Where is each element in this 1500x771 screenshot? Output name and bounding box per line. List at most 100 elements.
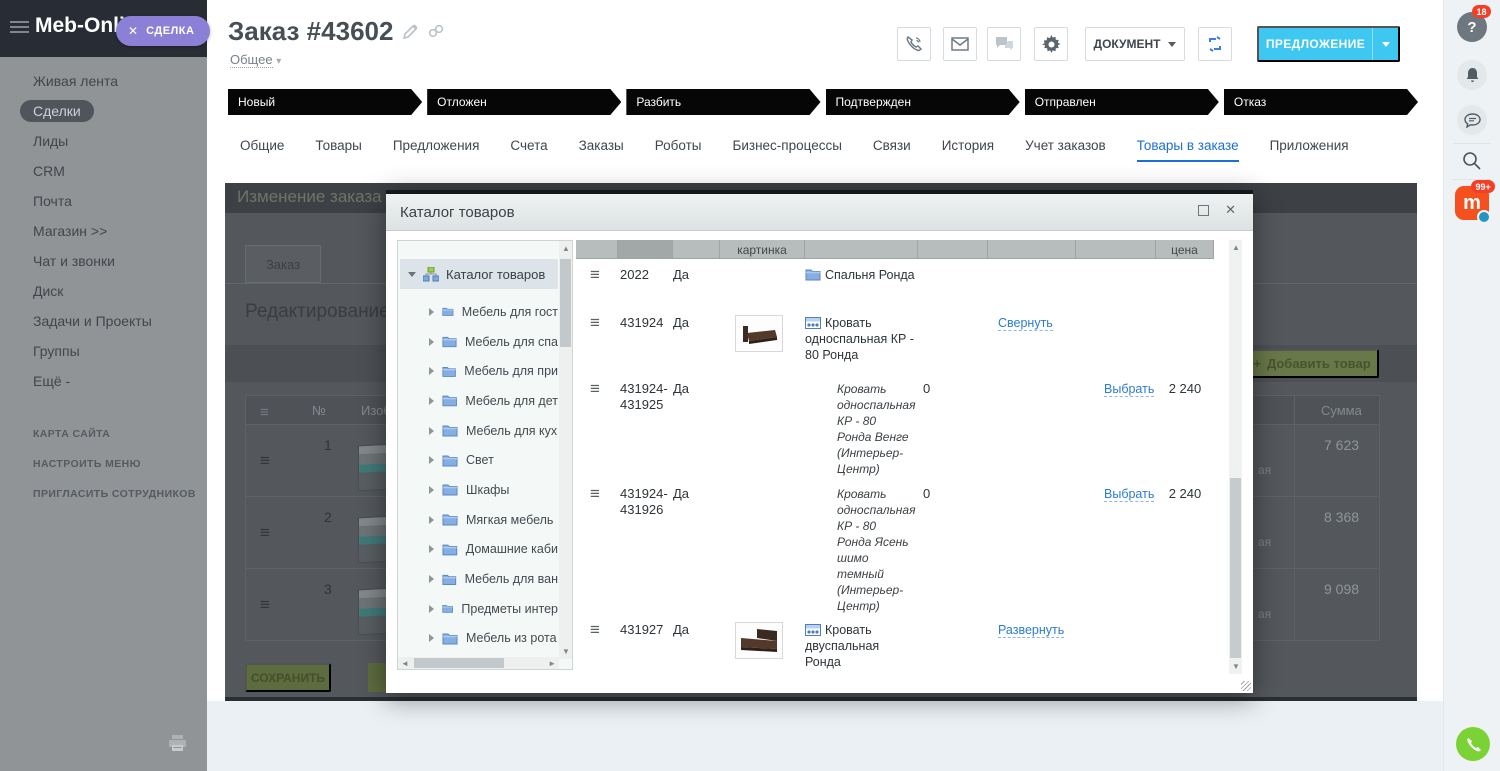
sidebar-item-чат-и-звонки[interactable]: Чат и звонки <box>0 246 207 276</box>
scroll-down-icon[interactable]: ▼ <box>562 647 570 656</box>
drag-handle-icon[interactable]: ≡ <box>576 486 618 614</box>
tab-счета[interactable]: Счета <box>510 138 547 162</box>
proposal-button[interactable]: ПРЕДЛОЖЕНИЕ <box>1257 26 1400 62</box>
sidebar-item-группы[interactable]: Группы <box>0 336 207 366</box>
drag-handle-icon[interactable]: ≡ <box>576 315 618 373</box>
sidebar-footer-link[interactable]: ПРИГЛАСИТЬ СОТРУДНИКОВ <box>33 488 196 500</box>
sidebar-item-сделки[interactable]: Сделки <box>0 96 207 126</box>
chevron-down-icon[interactable] <box>408 272 416 277</box>
sidebar-item-живая-лента[interactable]: Живая лента <box>0 66 207 96</box>
tree-vertical-scrollbar[interactable]: ▲ ▼ <box>559 241 572 659</box>
chevron-right-icon[interactable] <box>429 427 434 435</box>
chevron-right-icon[interactable] <box>429 634 434 642</box>
call-button[interactable] <box>897 27 931 61</box>
chevron-right-icon[interactable] <box>429 605 434 613</box>
add-product-button[interactable]: + Добавить товар <box>1245 349 1379 378</box>
sync-button[interactable] <box>1198 27 1232 61</box>
maximize-icon[interactable] <box>1198 205 1209 216</box>
scroll-up-icon[interactable]: ▲ <box>1232 243 1240 252</box>
close-icon[interactable]: ✕ <box>1225 202 1236 218</box>
close-icon[interactable]: ✕ <box>128 25 138 37</box>
tree-item[interactable]: Мебель для гост <box>398 297 558 327</box>
email-button[interactable] <box>943 27 977 61</box>
tree-item[interactable]: Мебель для спа <box>398 327 558 357</box>
tree-item[interactable]: Домашние каби <box>398 535 558 565</box>
document-button[interactable]: ДОКУМЕНТ <box>1085 27 1185 61</box>
scrollbar-thumb[interactable] <box>414 658 504 668</box>
chevron-right-icon[interactable] <box>429 338 434 346</box>
sidebar-footer-link[interactable]: КАРТА САЙТА <box>33 428 196 440</box>
select-product-link[interactable]: Выбрать <box>1104 487 1154 502</box>
tab-бизнес-процессы[interactable]: Бизнес-процессы <box>732 138 841 162</box>
sidebar-item-почта[interactable]: Почта <box>0 186 207 216</box>
notifications-button[interactable] <box>1457 60 1487 90</box>
tree-item[interactable]: Мягкая мебель <box>398 505 558 535</box>
tab-история[interactable]: История <box>942 138 994 162</box>
sidebar-item-диск[interactable]: Диск <box>0 276 207 306</box>
table-vertical-scrollbar[interactable]: ▲ ▼ <box>1229 240 1242 674</box>
drag-handle-icon[interactable]: ≡ <box>576 381 618 478</box>
select-product-link[interactable]: Выбрать <box>1104 382 1154 397</box>
tab-товары-в-заказе[interactable]: Товары в заказе <box>1137 138 1239 162</box>
save-button[interactable]: СОХРАНИТЬ <box>245 663 331 692</box>
sidebar-footer-link[interactable]: НАСТРОИТЬ МЕНЮ <box>33 458 196 470</box>
tree-item[interactable]: Мебель из рота <box>398 624 558 654</box>
tree-item[interactable]: Предметы интер <box>398 594 558 624</box>
tab-учет-заказов[interactable]: Учет заказов <box>1025 138 1106 162</box>
scroll-right-icon[interactable]: ► <box>548 659 556 668</box>
sidebar-item-лиды[interactable]: Лиды <box>0 126 207 156</box>
printer-icon[interactable] <box>168 735 187 752</box>
chevron-right-icon[interactable] <box>429 397 434 405</box>
chevron-right-icon[interactable] <box>429 575 434 583</box>
sidebar-item-ещ-[interactable]: Ещё - <box>0 366 207 396</box>
pipeline-stage[interactable]: Разбить <box>626 89 820 115</box>
settings-button[interactable] <box>1034 27 1068 61</box>
scroll-up-icon[interactable]: ▲ <box>562 244 570 253</box>
tab-товары[interactable]: Товары <box>315 138 361 162</box>
edit-pencil-icon[interactable] <box>403 24 418 39</box>
pipeline-stage[interactable]: Новый <box>228 89 422 115</box>
link-icon[interactable] <box>428 24 444 39</box>
tree-item[interactable]: Мебель для кух <box>398 416 558 446</box>
call-widget-button[interactable] <box>1456 727 1490 761</box>
scrollbar-thumb[interactable] <box>1230 478 1241 658</box>
sidebar-item-crm[interactable]: CRM <box>0 156 207 186</box>
hamburger-menu-icon[interactable] <box>10 21 29 35</box>
tree-horizontal-scrollbar[interactable]: ◄ ► <box>398 657 559 669</box>
expand-collapse-link[interactable]: Развернуть <box>998 623 1064 638</box>
drag-handle-icon[interactable]: ≡ <box>576 267 618 307</box>
chevron-right-icon[interactable] <box>429 456 434 464</box>
tree-item[interactable]: Шкафы <box>398 475 558 505</box>
tab-общие[interactable]: Общие <box>240 138 284 162</box>
panel-tab-order[interactable]: Заказ <box>245 245 321 283</box>
tab-предложения[interactable]: Предложения <box>393 138 480 162</box>
scrollbar-thumb[interactable] <box>560 259 571 347</box>
chevron-right-icon[interactable] <box>429 486 434 494</box>
pipeline-stage[interactable]: Подтвержден <box>826 89 1020 115</box>
column-header-price[interactable]: цена <box>1156 240 1214 259</box>
resize-handle[interactable] <box>1241 681 1251 691</box>
scroll-down-icon[interactable]: ▼ <box>1232 662 1240 671</box>
tree-item[interactable]: Мебель для при <box>398 356 558 386</box>
chat-button[interactable] <box>987 27 1021 61</box>
sidebar-item-задачи-и-проекты[interactable]: Задачи и Проекты <box>0 306 207 336</box>
modal-titlebar[interactable]: Каталог товаров <box>386 194 1253 231</box>
chevron-right-icon[interactable] <box>429 308 434 316</box>
drag-handle-icon[interactable]: ≡ <box>576 622 618 677</box>
tree-root-item[interactable]: Каталог товаров <box>400 259 558 289</box>
order-category-selector[interactable]: Общее ▾ <box>230 52 281 67</box>
tab-роботы[interactable]: Роботы <box>655 138 702 162</box>
chevron-right-icon[interactable] <box>429 367 434 375</box>
scroll-left-icon[interactable]: ◄ <box>401 659 409 668</box>
search-icon[interactable] <box>1461 150 1482 171</box>
expand-collapse-link[interactable]: Свернуть <box>998 316 1053 331</box>
column-header-image[interactable]: картинка <box>720 240 805 259</box>
pipeline-stage[interactable]: Отказ <box>1224 89 1418 115</box>
chevron-right-icon[interactable] <box>429 516 434 524</box>
deal-badge[interactable]: ✕ СДЕЛКА <box>116 16 210 46</box>
tab-связи[interactable]: Связи <box>873 138 911 162</box>
sidebar-item-магазин-[interactable]: Магазин >> <box>0 216 207 246</box>
messenger-button[interactable] <box>1457 105 1487 135</box>
pipeline-stage[interactable]: Отправлен <box>1025 89 1219 115</box>
tab-заказы[interactable]: Заказы <box>579 138 624 162</box>
